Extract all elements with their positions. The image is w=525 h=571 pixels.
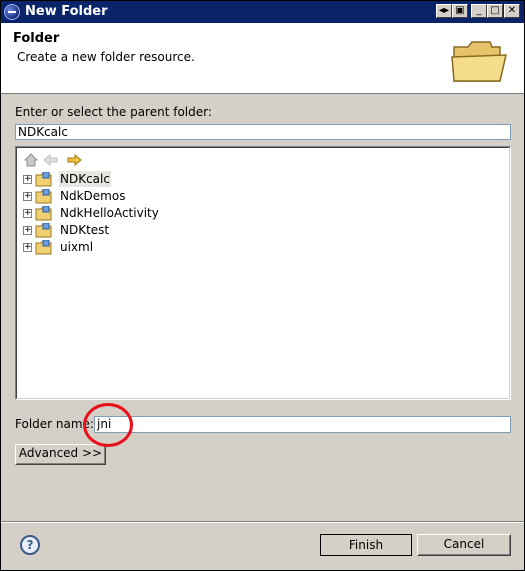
expand-icon[interactable]: + [23,192,32,201]
cancel-button[interactable]: Cancel [417,534,511,556]
expand-icon[interactable]: + [23,209,32,218]
finish-button-label: Finish [348,538,384,552]
pin-icon[interactable]: ▣ [452,4,468,18]
close-button[interactable]: ✕ [504,4,520,18]
page-description: Create a new folder resource. [17,50,195,64]
tree-item-label: NdkHelloActivity [60,206,159,220]
tree-item-label: NDKcalc [59,171,111,187]
window-title: New Folder [25,4,108,19]
home-icon[interactable] [23,153,39,167]
wizard-header: Folder Create a new folder resource. [1,23,524,94]
tree-item-label: NDKtest [60,223,110,237]
cancel-button-label: Cancel [443,537,485,551]
finish-button[interactable]: Finish [320,534,412,556]
back-arrow-icon[interactable] [43,153,59,167]
expand-icon[interactable]: + [23,175,32,184]
button-bar-separator [1,521,524,523]
folder-tree[interactable]: + NDKcalc + NdkDemos + NdkHelloActivity … [15,146,511,400]
title-bar[interactable]: New Folder ◂▸ ▣ _ □ ✕ [1,1,524,23]
maximize-button[interactable]: □ [487,4,503,18]
forward-arrow-icon[interactable] [66,153,82,167]
project-folder-icon [35,172,52,187]
folder-name-input[interactable]: jni [94,416,511,433]
advanced-button-label: Advanced >> [18,446,103,460]
parent-folder-label: Enter or select the parent folder: [15,105,212,119]
expand-icon[interactable]: + [23,226,32,235]
project-folder-icon [35,189,52,204]
page-title: Folder [13,31,60,46]
help-icon[interactable]: ? [20,535,40,555]
new-folder-dialog: New Folder ◂▸ ▣ _ □ ✕ Folder Create a ne… [0,0,525,571]
parent-folder-input[interactable]: NDKcalc [15,124,511,140]
minimize-button[interactable]: _ [471,4,487,18]
eclipse-app-icon [4,4,20,20]
project-folder-icon [35,223,52,238]
tree-item-label: uixml [60,240,94,254]
folder-wizard-icon [451,41,507,82]
restore-icon[interactable]: ◂▸ [436,4,452,18]
project-folder-icon [35,240,52,255]
project-folder-icon [35,206,52,221]
tree-item-label: NdkDemos [60,189,126,203]
annotation-circle [83,403,133,447]
advanced-button[interactable]: Advanced >> [15,444,106,465]
expand-icon[interactable]: + [23,243,32,252]
